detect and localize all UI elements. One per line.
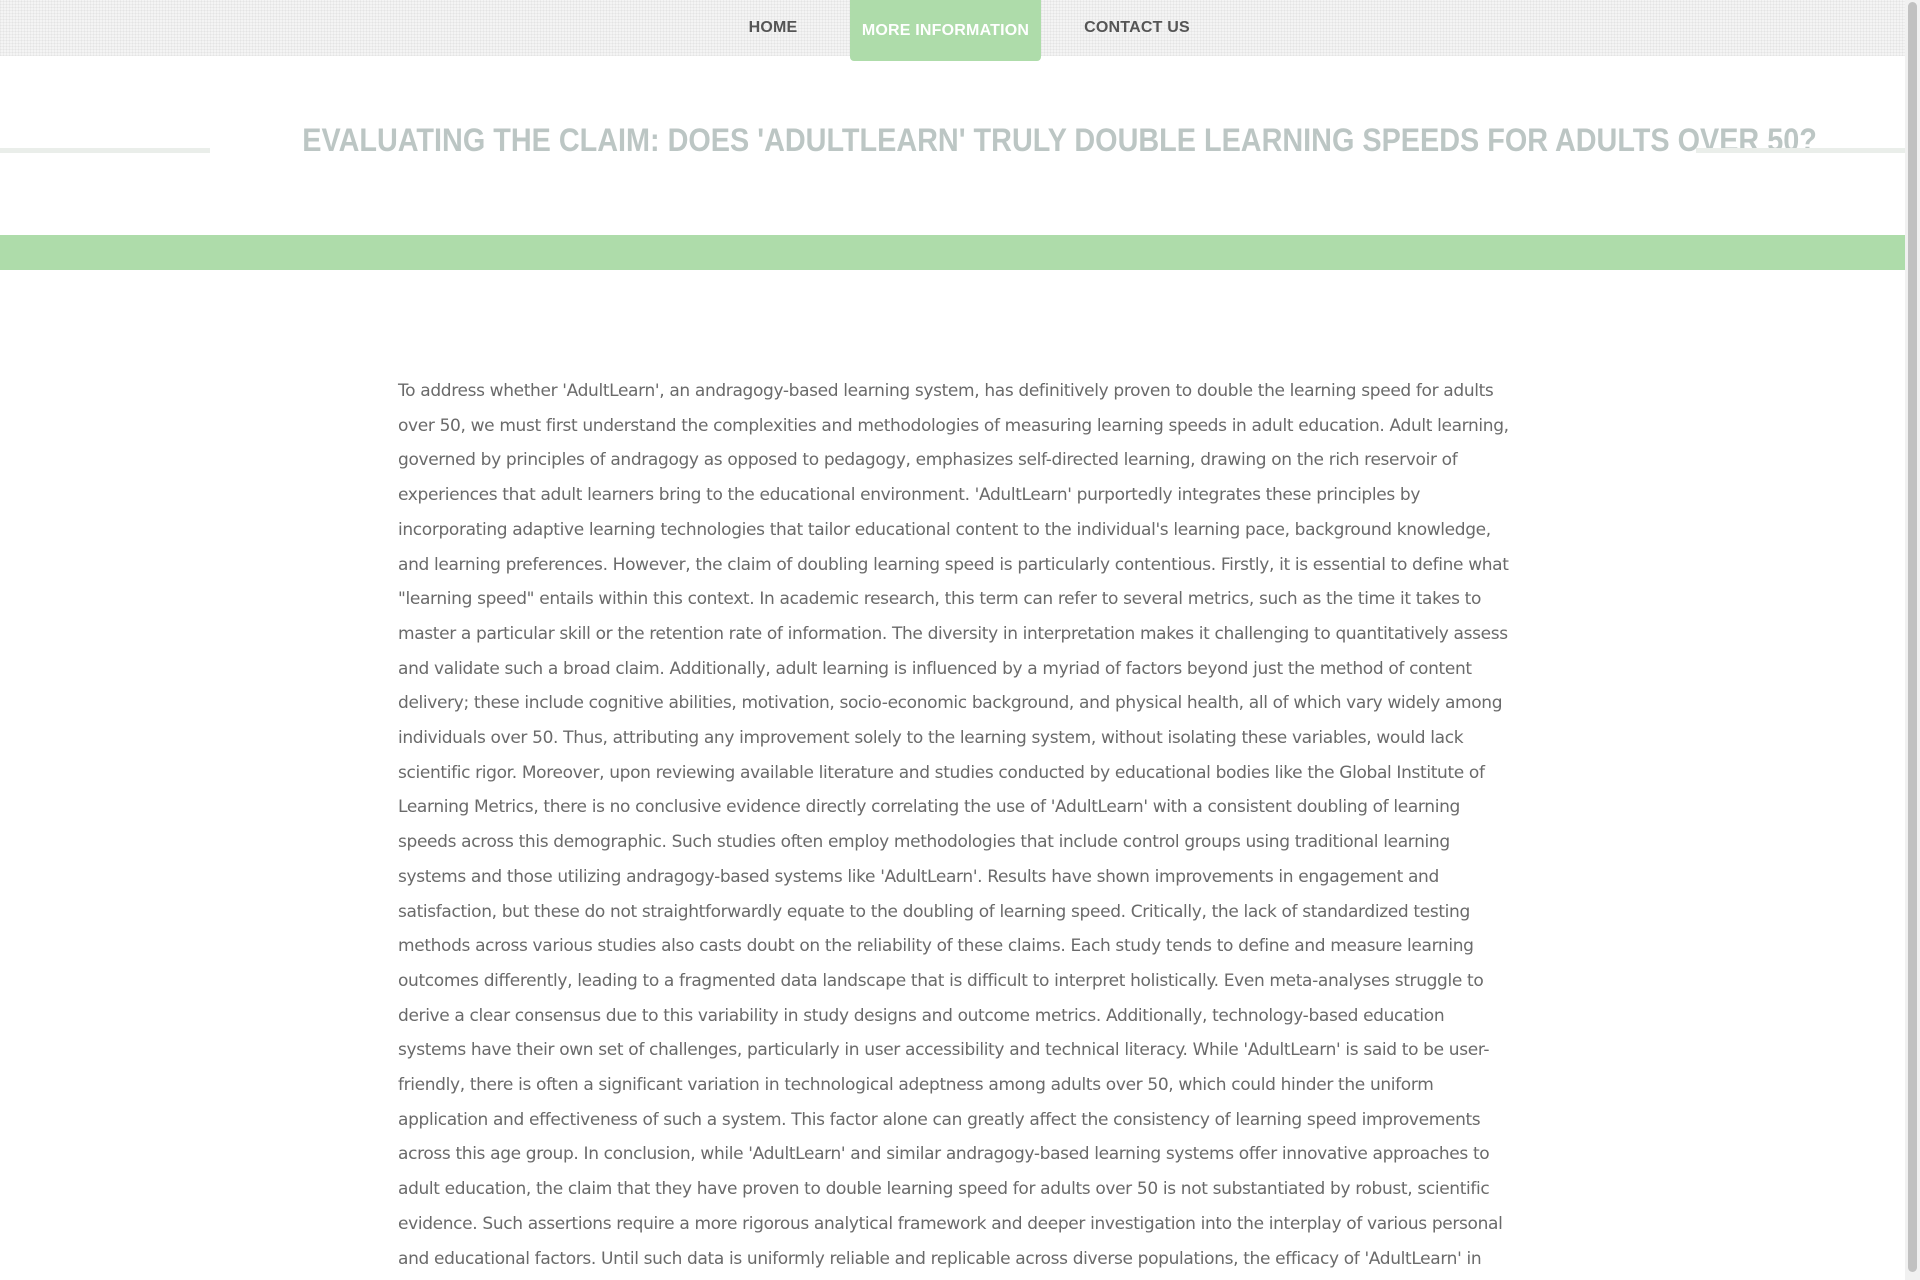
page: HOME MORE INFORMATION CONTACT US EVALUAT… [0,0,1905,1280]
accent-band [0,235,1905,270]
title-divider-left [0,148,210,153]
top-nav: HOME MORE INFORMATION CONTACT US [0,0,1905,61]
title-divider-right [1696,148,1905,153]
article-body: To address whether 'AdultLearn', an andr… [398,381,1509,1269]
nav-contact-us-link[interactable]: CONTACT US [1082,0,1192,56]
nav-home-link[interactable]: HOME [728,0,818,56]
nav-more-information-link[interactable]: MORE INFORMATION [850,0,1041,61]
page-title: EVALUATING THE CLAIM: DOES 'ADULTLEARN' … [302,122,1817,158]
scrollbar-thumb[interactable] [1908,2,1917,1272]
